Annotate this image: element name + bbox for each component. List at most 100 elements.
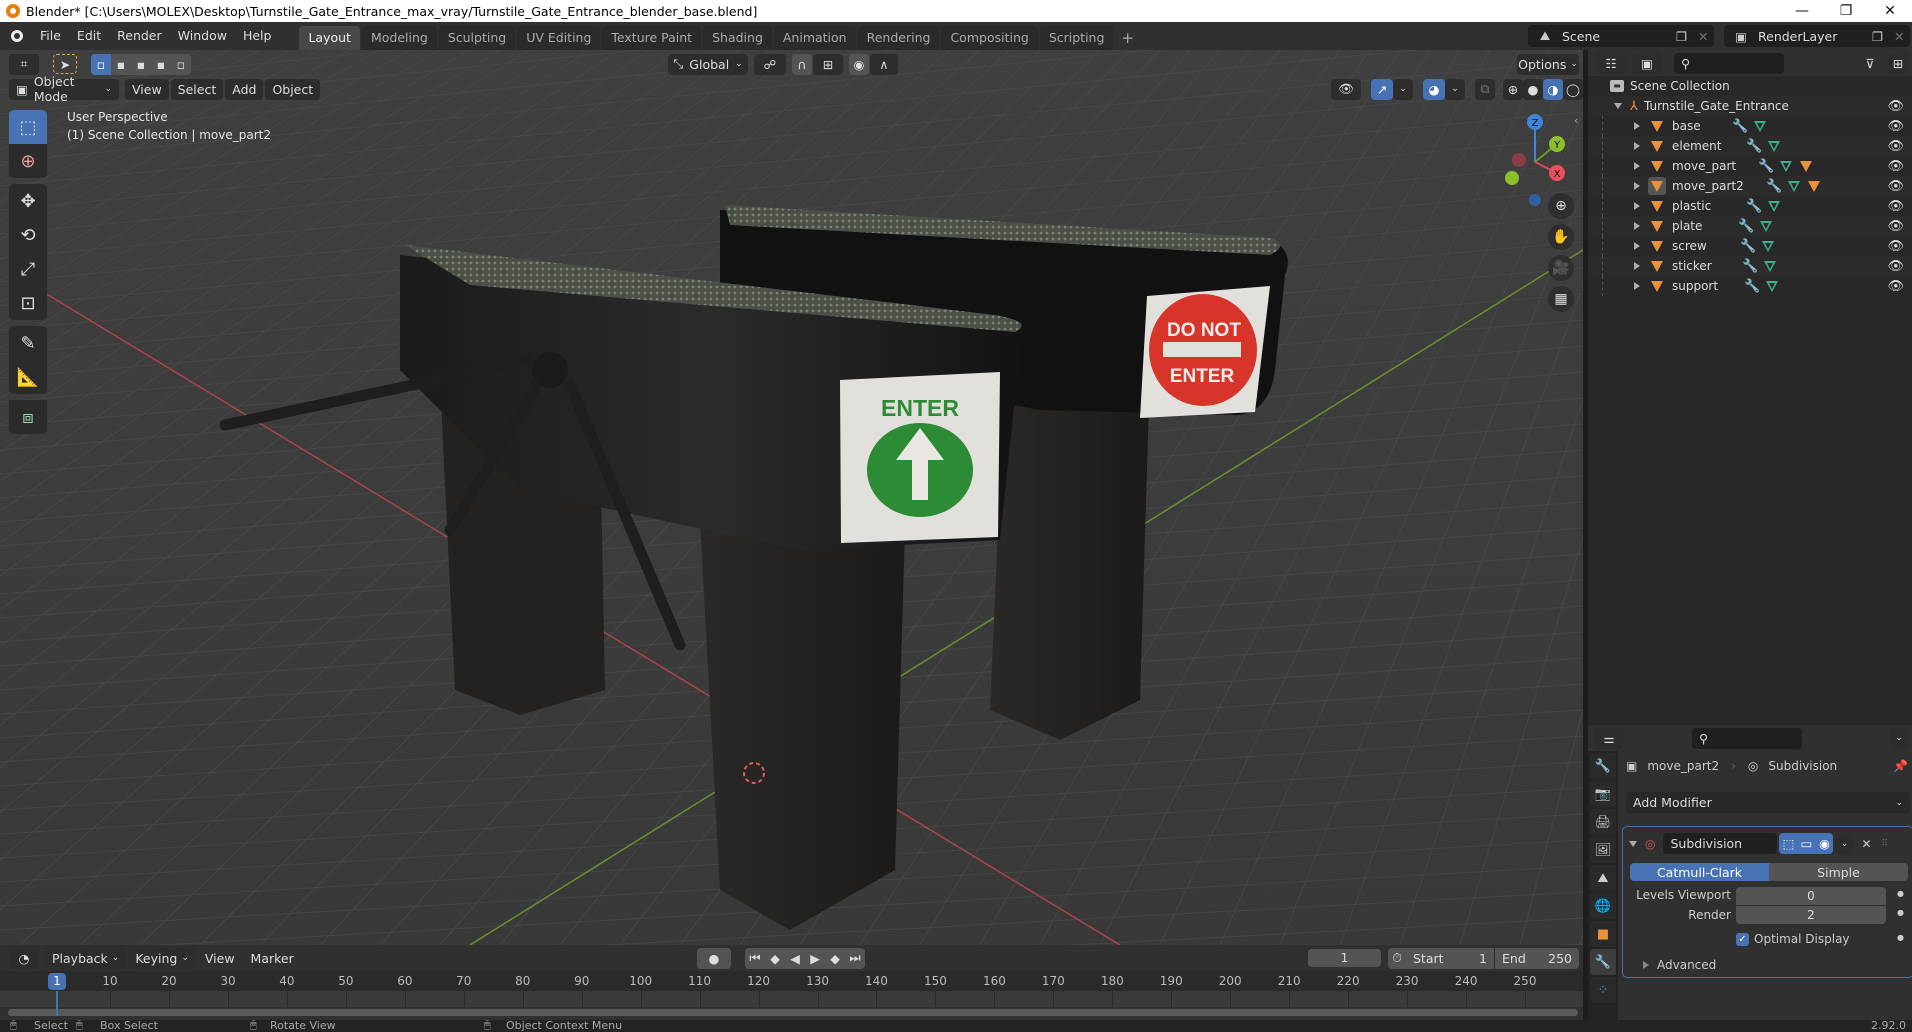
tab-output[interactable]: 🖨 <box>1590 809 1616 835</box>
visibility-eye-icon[interactable]: 👁 <box>1887 159 1904 174</box>
render-toggle[interactable]: ◉ <box>1815 833 1834 854</box>
current-frame-field[interactable]: 1 <box>1308 949 1381 967</box>
levels-viewport-field[interactable]: 0 <box>1736 887 1886 905</box>
mesh-data-icon[interactable] <box>1764 260 1777 272</box>
menu-marker[interactable]: Marker <box>244 948 301 969</box>
play-button[interactable]: ▶ <box>805 947 825 969</box>
expand-icon[interactable] <box>1634 182 1640 190</box>
menu-file[interactable]: File <box>32 22 69 50</box>
rotate-tool[interactable]: ⟲ <box>9 218 47 252</box>
editor-type-button[interactable]: ◔ <box>9 947 39 969</box>
measure-tool[interactable]: 📐 <box>9 360 47 394</box>
shading-wireframe[interactable]: ⊕ <box>1503 78 1523 100</box>
modifier-name-input[interactable]: Subdivision <box>1663 833 1778 854</box>
select-intersect-icon[interactable]: ▫ <box>171 53 191 75</box>
menu-select[interactable]: Select <box>170 78 224 100</box>
modifier-wrench-icon[interactable]: 🔧 <box>1740 239 1756 254</box>
advanced-subpanel-toggle[interactable]: Advanced <box>1643 958 1716 972</box>
mesh-data-icon[interactable] <box>1762 240 1775 252</box>
tab-layout[interactable]: Layout <box>299 26 360 50</box>
panel-collapse-icon[interactable] <box>1629 840 1637 847</box>
expand-icon[interactable] <box>1634 262 1640 270</box>
editor-type-button[interactable]: ⚌ <box>1594 727 1624 749</box>
add-modifier-dropdown[interactable]: Add Modifier ⌄ <box>1626 792 1910 813</box>
tab-object[interactable]: ■ <box>1590 921 1616 947</box>
select-new-icon[interactable]: ▫ <box>91 53 111 75</box>
mesh-data-icon[interactable] <box>1754 120 1767 132</box>
outliner-row-object[interactable]: support 🔧 👁 <box>1588 276 1912 296</box>
blender-menu-icon[interactable] <box>8 27 26 45</box>
modifier-wrench-icon[interactable]: 🔧 <box>1742 259 1758 274</box>
outliner-row-object[interactable]: plastic 🔧 👁 <box>1588 196 1912 216</box>
menu-render[interactable]: Render <box>109 22 170 50</box>
expand-icon[interactable] <box>1634 282 1640 290</box>
frame-ruler[interactable]: 10 20 30 40 50 60 70 80 90 100 110 120 130 140 150 160 1… <box>0 971 1583 991</box>
new-collection-button[interactable]: ⊞ <box>1888 52 1908 74</box>
tab-shading[interactable]: Shading <box>703 26 772 50</box>
end-frame-field[interactable]: End 250 <box>1495 947 1579 969</box>
checkbox-checked-icon[interactable]: ✓ <box>1736 932 1749 946</box>
mode-dropdown[interactable]: ▣ Object Mode ⌄ <box>9 74 119 104</box>
outliner-row-object[interactable]: element 🔧 👁 <box>1588 136 1912 156</box>
select-tool-icon[interactable]: ➤ <box>53 54 77 74</box>
visibility-eye-icon[interactable]: 👁 <box>1887 279 1904 294</box>
simple-option[interactable]: Simple <box>1769 863 1908 881</box>
sidebar-toggle-icon[interactable]: ‹ <box>1574 114 1578 127</box>
menu-object[interactable]: Object <box>265 78 321 100</box>
playhead[interactable]: 1 <box>48 973 66 990</box>
filter-dropdown[interactable]: ⊽ <box>1856 53 1884 74</box>
remove-modifier-icon[interactable]: ✕ <box>1861 837 1871 851</box>
annotate-tool[interactable]: ✎ <box>9 326 47 360</box>
transform-orientation-dropdown[interactable]: ⤡ Global ⌄ <box>668 53 748 75</box>
pan-view-button[interactable]: ✋ <box>1548 224 1574 250</box>
keyframe-track[interactable] <box>0 991 1583 1007</box>
outliner-row-object[interactable]: screw 🔧 👁 <box>1588 236 1912 256</box>
properties-search-input[interactable]: ⚲ <box>1692 727 1802 749</box>
snap-target-dropdown[interactable]: ⊞ <box>813 53 843 75</box>
tab-scene[interactable]: ⛰ <box>1590 865 1616 891</box>
add-workspace-button[interactable]: + <box>1115 26 1140 50</box>
tab-scripting[interactable]: Scripting <box>1039 26 1114 50</box>
mesh-data-icon[interactable] <box>1760 220 1773 232</box>
next-keyframe-button[interactable]: ◆ <box>825 947 845 969</box>
menu-help[interactable]: Help <box>235 22 280 50</box>
close-button[interactable]: ✕ <box>1868 0 1912 22</box>
mesh-data-icon[interactable] <box>1788 180 1801 192</box>
keyframe-dot-icon[interactable]: ● <box>1897 933 1904 942</box>
overlays-toggle[interactable]: ◕ <box>1423 78 1445 100</box>
visibility-eye-icon[interactable]: 👁 <box>1887 179 1904 194</box>
optimal-display-checkbox[interactable]: ✓ Optimal Display <box>1736 932 1850 946</box>
delete-view-layer-icon[interactable]: ✕ <box>1894 29 1910 44</box>
delete-scene-icon[interactable]: ✕ <box>1698 29 1714 44</box>
modifier-menu-dropdown[interactable]: ⌄ <box>1835 833 1854 854</box>
mesh-data-icon[interactable] <box>1780 160 1793 172</box>
select-box-tool[interactable]: ⬚ <box>9 110 47 144</box>
collapse-icon[interactable] <box>1614 103 1622 109</box>
tab-modifiers[interactable]: 🔧 <box>1590 949 1616 975</box>
visibility-eye-icon[interactable]: 👁 <box>1887 219 1904 234</box>
move-tool[interactable]: ✥ <box>9 184 47 218</box>
add-cube-tool[interactable]: ⧈ <box>9 400 47 434</box>
expand-icon[interactable] <box>1634 142 1640 150</box>
ortho-toggle-button[interactable]: ▦ <box>1548 286 1574 312</box>
keyframe-dot-icon[interactable]: ● <box>1897 908 1904 917</box>
view-layer-selector[interactable]: ▣ RenderLayer ❐ ✕ <box>1724 25 1910 47</box>
options-dropdown[interactable]: Options ⌄ <box>1517 53 1579 75</box>
viewport-display-toggle[interactable]: ▭ <box>1797 833 1816 854</box>
mesh-data-icon[interactable] <box>1768 200 1781 212</box>
start-frame-field[interactable]: Start 1 <box>1406 947 1494 969</box>
jump-to-start-button[interactable]: ⏮ <box>745 947 765 969</box>
outliner-row-object[interactable]: move_part2 🔧 👁 <box>1588 176 1912 196</box>
gizmo-dropdown[interactable]: ⌄ <box>1393 78 1413 100</box>
render-levels-field[interactable]: 2 <box>1736 906 1886 924</box>
visibility-eye-icon[interactable]: 👁 <box>1887 199 1904 214</box>
modifier-wrench-icon[interactable]: 🔧 <box>1746 199 1762 214</box>
select-extend-icon[interactable]: ▪ <box>111 53 131 75</box>
expand-icon[interactable] <box>1634 122 1640 130</box>
select-invert-icon[interactable]: ▪ <box>151 53 171 75</box>
tab-render[interactable]: 📷 <box>1590 781 1616 807</box>
prev-keyframe-button[interactable]: ◆ <box>765 947 785 969</box>
transform-tool[interactable]: ⊡ <box>9 286 47 320</box>
mesh-data-icon[interactable] <box>1768 140 1781 152</box>
outliner-row-object[interactable]: plate 🔧 👁 <box>1588 216 1912 236</box>
